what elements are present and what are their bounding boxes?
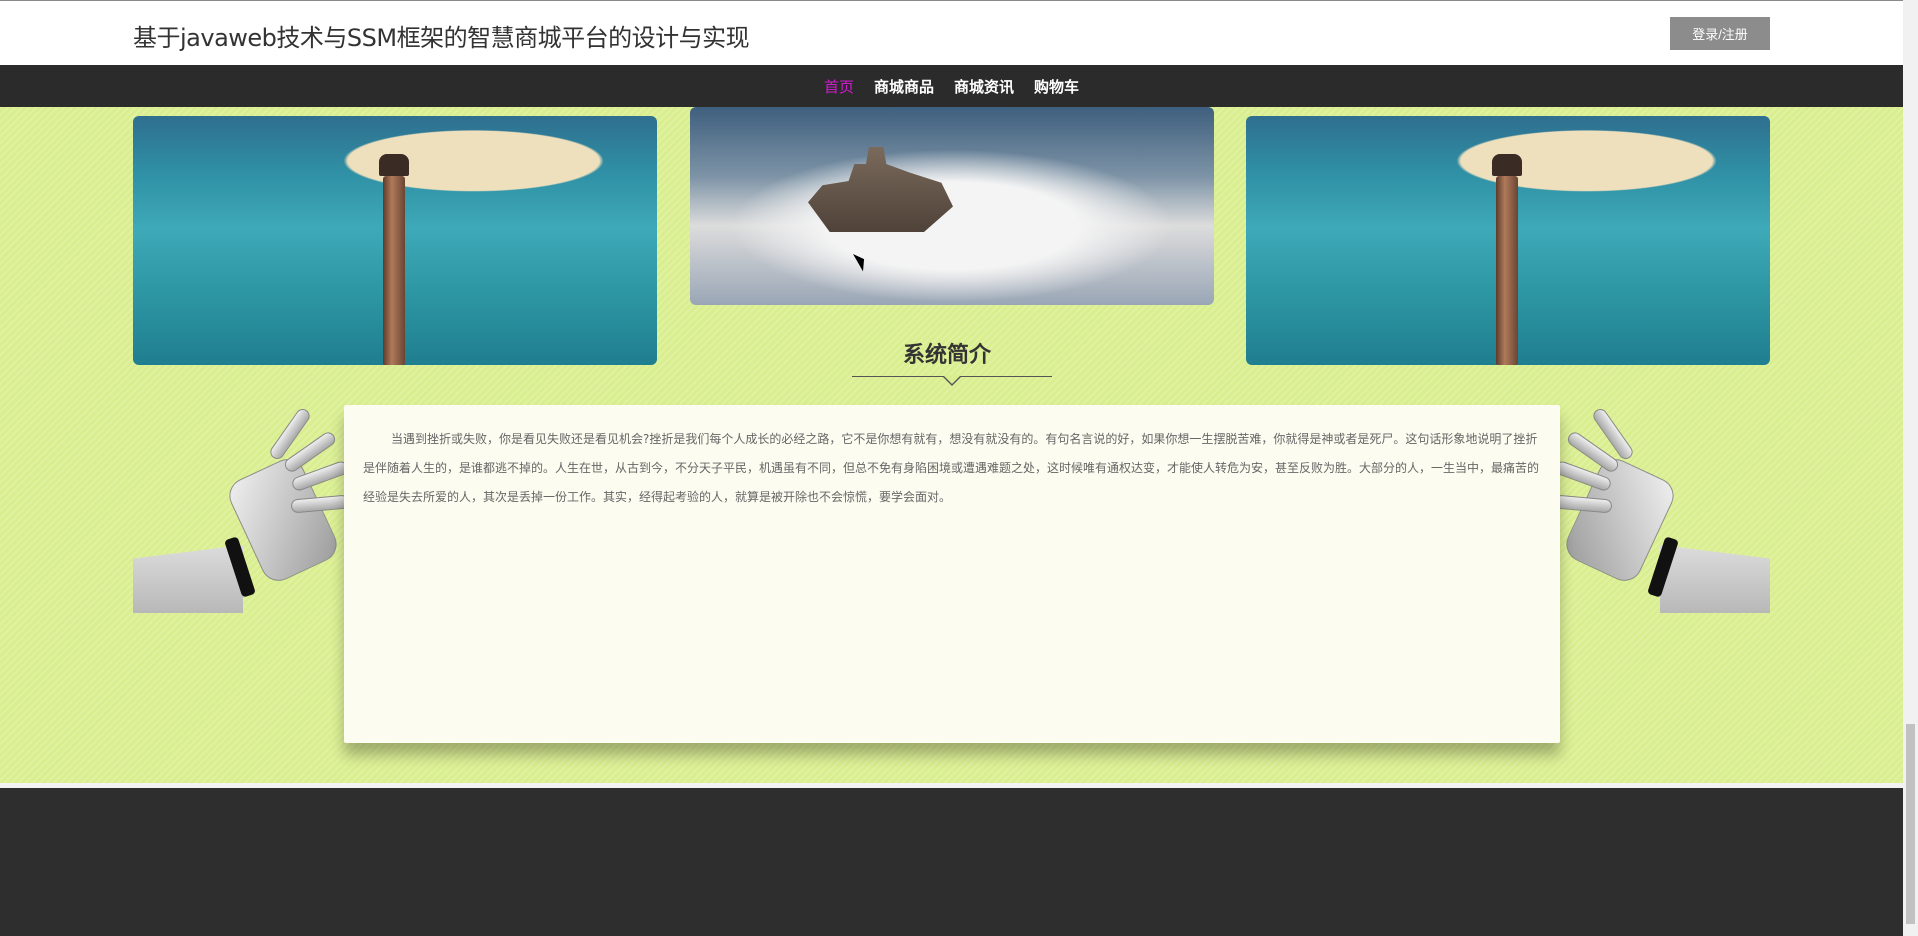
- title-arrow-icon: [942, 375, 962, 386]
- carousel-slide-center[interactable]: [690, 107, 1214, 305]
- lighthouse-image: [1492, 154, 1522, 365]
- page-scrollbar[interactable]: [1903, 0, 1918, 936]
- nav-item-cart[interactable]: 购物车: [1034, 76, 1079, 97]
- robot-hand-left-icon: [133, 385, 365, 625]
- lighthouse-image: [379, 154, 409, 365]
- carousel-slide-left[interactable]: [133, 116, 657, 365]
- robot-hand-right-icon: [1538, 385, 1770, 625]
- intro-text: 当遇到挫折或失败，你是看见失败还是看见机会?挫折是我们每个人成长的必经之路，它不…: [363, 432, 1540, 504]
- site-header: 基于javaweb技术与SSM框架的智慧商城平台的设计与实现 登录/注册: [0, 0, 1903, 65]
- login-register-button[interactable]: 登录/注册: [1670, 17, 1770, 50]
- site-title: 基于javaweb技术与SSM框架的智慧商城平台的设计与实现: [133, 24, 750, 52]
- nav-item-home[interactable]: 首页: [824, 76, 854, 97]
- site-footer: [0, 788, 1903, 936]
- nav-item-products[interactable]: 商城商品: [874, 76, 934, 97]
- nav-item-news[interactable]: 商城资讯: [954, 76, 1014, 97]
- main-nav: 首页 商城商品 商城资讯 购物车: [0, 65, 1903, 112]
- carousel-slide-right[interactable]: [1246, 116, 1770, 365]
- scrollbar-thumb[interactable]: [1906, 724, 1915, 924]
- section-title: 系统简介: [903, 343, 992, 368]
- castle-in-clouds-image: [808, 147, 953, 232]
